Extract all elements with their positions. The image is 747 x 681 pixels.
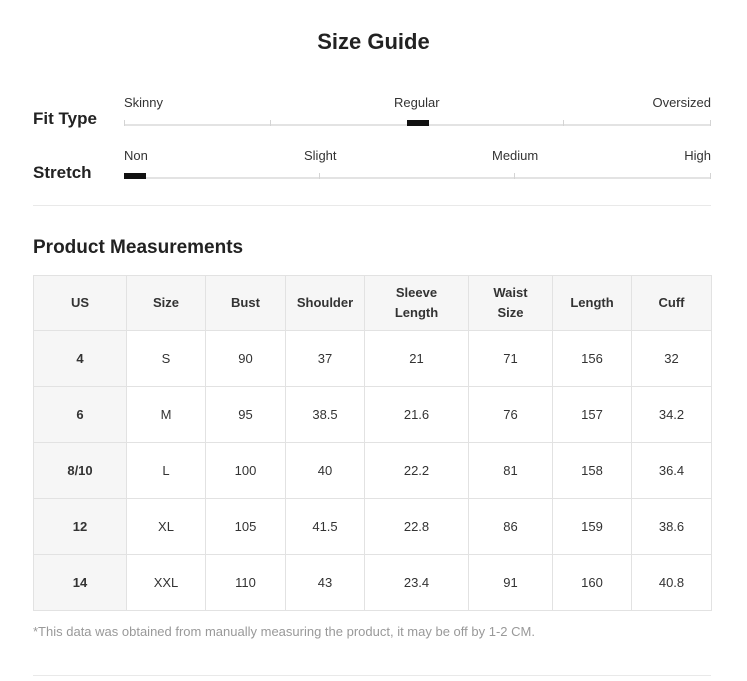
size-cell: S <box>126 330 206 387</box>
bust-cell: 100 <box>205 442 286 499</box>
shoulder-cell: 38.5 <box>285 386 365 443</box>
cuff-cell: 38.6 <box>631 498 712 555</box>
bottom-divider <box>33 675 711 676</box>
us-size-cell: 14 <box>33 554 127 611</box>
stretch-option-high: High <box>684 148 711 163</box>
sleeve-length-cell: 23.4 <box>364 554 469 611</box>
bust-cell: 105 <box>205 498 286 555</box>
column-header-waist-size: Waist Size <box>468 275 553 331</box>
product-measurements-title: Product Measurements <box>33 237 244 258</box>
column-header-sleeve-length: Sleeve Length <box>364 275 469 331</box>
bust-cell: 110 <box>205 554 286 611</box>
measurements-table: US Size Bust Shoulder Sleeve Length Wais… <box>33 275 712 611</box>
cuff-cell: 36.4 <box>631 442 712 499</box>
length-cell: 159 <box>552 498 632 555</box>
table-row: 6 M 95 38.5 21.6 76 157 34.2 <box>33 386 712 443</box>
fit-type-option-oversized: Oversized <box>652 95 711 110</box>
shoulder-cell: 37 <box>285 330 365 387</box>
stretch-scale: Stretch Non Slight Medium High <box>33 148 711 198</box>
us-size-cell: 8/10 <box>33 442 127 499</box>
us-size-cell: 6 <box>33 386 127 443</box>
size-cell: L <box>126 442 206 499</box>
sleeve-length-cell: 22.8 <box>364 498 469 555</box>
waist-size-cell: 81 <box>468 442 553 499</box>
waist-size-cell: 71 <box>468 330 553 387</box>
table-row: 8/10 L 100 40 22.2 81 158 36.4 <box>33 442 712 499</box>
bust-cell: 90 <box>205 330 286 387</box>
table-row: 4 S 90 37 21 71 156 32 <box>33 330 712 387</box>
page-title: Size Guide <box>317 29 430 54</box>
length-cell: 160 <box>552 554 632 611</box>
shoulder-cell: 41.5 <box>285 498 365 555</box>
size-cell: M <box>126 386 206 443</box>
stretch-track <box>124 173 711 179</box>
shoulder-cell: 43 <box>285 554 365 611</box>
column-header-bust: Bust <box>205 275 286 331</box>
fit-type-tick <box>710 120 711 126</box>
fit-type-option-regular: Regular <box>394 95 440 110</box>
waist-size-cell: 86 <box>468 498 553 555</box>
fit-type-track <box>124 120 711 126</box>
fit-type-option-skinny: Skinny <box>124 95 164 110</box>
fit-type-label: Fit Type <box>33 109 97 128</box>
size-cell: XL <box>126 498 206 555</box>
sleeve-length-cell: 21.6 <box>364 386 469 443</box>
stretch-label: Stretch <box>33 163 92 182</box>
table-header-row: US Size Bust Shoulder Sleeve Length Wais… <box>33 275 712 331</box>
stretch-option-medium: Medium <box>492 148 539 163</box>
cuff-cell: 32 <box>631 330 712 387</box>
stretch-selected-marker <box>124 173 146 179</box>
sleeve-length-cell: 22.2 <box>364 442 469 499</box>
fit-type-scale: Fit Type Skinny Regular Oversized <box>33 95 711 145</box>
column-header-us: US <box>33 275 127 331</box>
column-header-length: Length <box>552 275 632 331</box>
length-cell: 157 <box>552 386 632 443</box>
column-header-size: Size <box>126 275 206 331</box>
measurement-disclaimer: *This data was obtained from manually me… <box>33 624 535 639</box>
us-size-cell: 4 <box>33 330 127 387</box>
cuff-cell: 34.2 <box>631 386 712 443</box>
stretch-option-non: Non <box>124 148 148 163</box>
table-row: 12 XL 105 41.5 22.8 86 159 38.6 <box>33 498 712 555</box>
waist-size-cell: 76 <box>468 386 553 443</box>
fit-type-tick <box>124 120 125 126</box>
waist-size-cell: 91 <box>468 554 553 611</box>
section-divider <box>33 205 711 206</box>
stretch-tick <box>710 173 711 179</box>
us-size-cell: 12 <box>33 498 127 555</box>
fit-type-selected-marker <box>407 120 429 126</box>
column-header-shoulder: Shoulder <box>285 275 365 331</box>
table-row: 14 XXL 110 43 23.4 91 160 40.8 <box>33 554 712 611</box>
cuff-cell: 40.8 <box>631 554 712 611</box>
length-cell: 158 <box>552 442 632 499</box>
shoulder-cell: 40 <box>285 442 365 499</box>
fit-type-tick <box>563 120 564 126</box>
stretch-tick <box>514 173 515 179</box>
fit-type-tick <box>270 120 271 126</box>
sleeve-length-cell: 21 <box>364 330 469 387</box>
stretch-tick <box>319 173 320 179</box>
size-cell: XXL <box>126 554 206 611</box>
stretch-option-slight: Slight <box>304 148 337 163</box>
length-cell: 156 <box>552 330 632 387</box>
bust-cell: 95 <box>205 386 286 443</box>
column-header-cuff: Cuff <box>631 275 712 331</box>
